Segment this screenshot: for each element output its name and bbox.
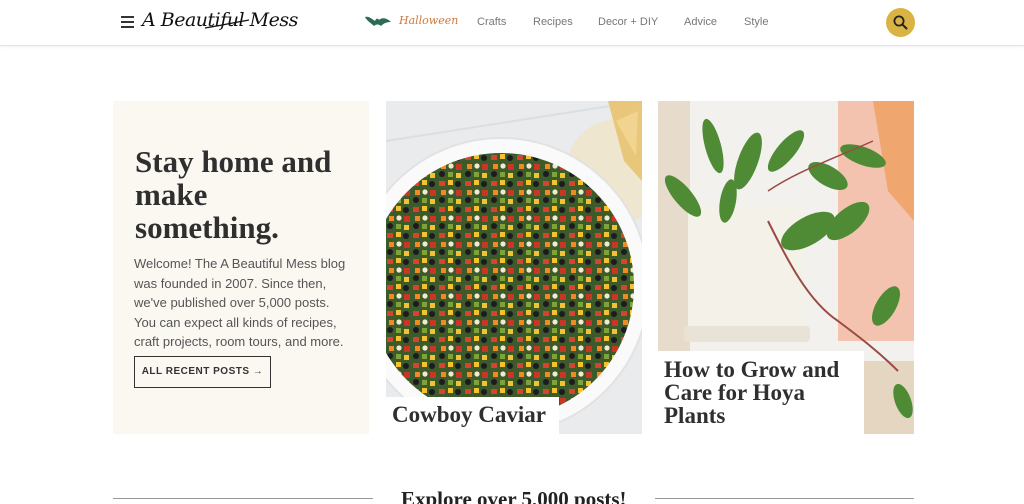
hamburger-icon[interactable] bbox=[121, 16, 134, 28]
intro-title: Stay home and make something. bbox=[135, 144, 332, 245]
search-button[interactable] bbox=[886, 8, 915, 37]
post-card-hoya-plants[interactable]: How to Grow and Care for Hoya Plants bbox=[658, 101, 914, 434]
explore-divider-right bbox=[655, 498, 914, 499]
nav-item-crafts[interactable]: Crafts bbox=[477, 16, 506, 28]
nav-item-style[interactable]: Style bbox=[744, 16, 768, 28]
cowboy-caviar-image bbox=[386, 101, 642, 434]
post-title[interactable]: Cowboy Caviar bbox=[386, 397, 559, 434]
all-recent-posts-button[interactable]: ALL RECENT POSTS → bbox=[134, 356, 271, 388]
bat-icon bbox=[365, 16, 391, 26]
post-card-cowboy-caviar[interactable]: Cowboy Caviar bbox=[386, 101, 642, 434]
post-title[interactable]: How to Grow and Care for Hoya Plants bbox=[658, 351, 864, 434]
nav-item-advice[interactable]: Advice bbox=[684, 16, 717, 28]
intro-card: Stay home and make something. Welcome! T… bbox=[113, 101, 369, 434]
site-header: A Beautiful Mess Halloween Crafts Recipe… bbox=[0, 0, 1024, 46]
logo-swash bbox=[204, 19, 250, 29]
search-icon bbox=[893, 15, 908, 30]
nav-item-halloween[interactable]: Halloween bbox=[399, 14, 458, 27]
intro-body: Welcome! The A Beautiful Mess blog was f… bbox=[134, 256, 346, 349]
nav-item-decor-diy[interactable]: Decor + DIY bbox=[598, 16, 658, 28]
explore-divider-left bbox=[113, 498, 373, 499]
nav-item-recipes[interactable]: Recipes bbox=[533, 16, 573, 28]
explore-heading: Explore over 5,000 posts! bbox=[401, 487, 627, 504]
